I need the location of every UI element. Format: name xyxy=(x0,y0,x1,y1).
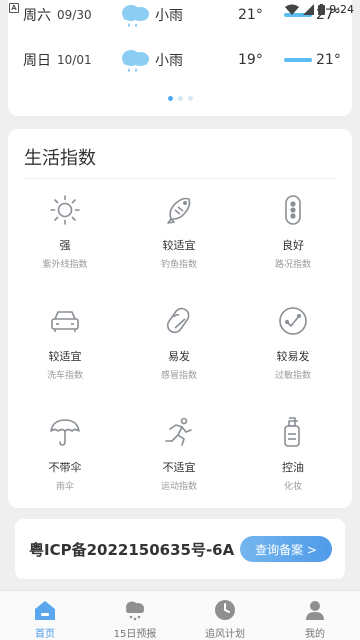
clock-icon xyxy=(215,600,235,620)
page-indicator[interactable] xyxy=(8,96,352,102)
index-value: 较易发 xyxy=(276,350,310,363)
bottom-tab-bar: 首页 15日预报 追风计划 我的 xyxy=(0,590,360,640)
icp-record-text: 粤ICP备2022150635号-6A xyxy=(29,541,235,559)
index-value: 强 xyxy=(59,239,71,252)
tab-label: 首页 xyxy=(35,629,55,640)
temperature-range-bar xyxy=(284,58,312,62)
life-index-title: 生活指数 xyxy=(24,148,96,169)
divider xyxy=(24,178,336,179)
index-value: 较适宜 xyxy=(48,350,82,363)
index-item-allergy[interactable]: 较易发 过敏指数 xyxy=(236,298,350,409)
page-dot[interactable] xyxy=(187,96,193,101)
home-icon xyxy=(35,601,55,620)
index-value: 控油 xyxy=(282,461,304,474)
index-label: 雨伞 xyxy=(55,482,74,492)
running-icon xyxy=(165,417,192,446)
forecast-weekday: 周六 xyxy=(23,8,51,24)
pill-icon xyxy=(166,307,190,334)
tab-15-day-forecast[interactable]: 15日预报 xyxy=(90,591,180,640)
cloud-snow-icon xyxy=(126,601,144,621)
index-value: 较适宜 xyxy=(162,239,196,252)
forecast-weekday: 周日 xyxy=(23,53,51,69)
forecast-date: 09/30 xyxy=(57,8,92,22)
forecast-condition: 小雨 xyxy=(155,53,183,69)
index-value: 不带伞 xyxy=(48,461,82,474)
forecast-condition: 小雨 xyxy=(155,8,183,24)
tab-label: 我的 xyxy=(305,629,325,640)
sun-icon xyxy=(50,195,80,225)
index-label: 感冒指数 xyxy=(160,371,197,381)
index-item-carwash[interactable]: 较适宜 洗车指数 xyxy=(8,298,122,409)
umbrella-icon xyxy=(50,419,80,446)
index-label: 运动指数 xyxy=(160,482,197,492)
page-dot[interactable] xyxy=(177,96,183,101)
index-label: 化妆 xyxy=(283,482,302,492)
index-value: 易发 xyxy=(168,350,190,363)
index-item-uv[interactable]: 强 紫外线指数 xyxy=(8,187,122,298)
tab-home[interactable]: 首页 xyxy=(0,591,90,640)
index-label: 过敏指数 xyxy=(274,371,311,381)
index-item-umbrella[interactable]: 不带伞 雨伞 xyxy=(8,409,122,520)
index-value: 不适宜 xyxy=(162,461,196,474)
forecast-date: 10/01 xyxy=(57,53,92,67)
index-value: 良好 xyxy=(282,239,304,252)
car-icon xyxy=(51,311,79,332)
rain-cloud-icon xyxy=(122,5,149,27)
rain-cloud-icon xyxy=(122,50,149,72)
lotion-bottle-icon xyxy=(284,417,300,447)
forecast-low-temp: 21° xyxy=(238,7,263,23)
fish-icon xyxy=(167,197,191,224)
index-label: 路况指数 xyxy=(274,260,311,270)
tab-label: 15日预报 xyxy=(113,629,157,640)
index-label: 洗车指数 xyxy=(46,371,83,381)
index-item-cold[interactable]: 易发 感冒指数 xyxy=(122,298,236,409)
index-label: 紫外线指数 xyxy=(42,260,88,270)
index-item-fishing[interactable]: 较适宜 钓鱼指数 xyxy=(122,187,236,298)
tab-label: 追风计划 xyxy=(205,629,245,640)
forecast-high-temp: 27° xyxy=(316,7,341,23)
traffic-light-icon xyxy=(285,195,301,225)
page-dot-active[interactable] xyxy=(167,96,173,101)
life-index-grid: 强 紫外线指数 较适宜 钓鱼指数 良好 路况指数 较适宜 洗车指数 易发 感冒指… xyxy=(8,187,352,520)
forecast-row[interactable]: 周日 10/01 小雨 19° 21° xyxy=(8,45,352,75)
forecast-row[interactable]: 周六 09/30 小雨 21° 27° xyxy=(8,0,352,30)
icp-card: 粤ICP备2022150635号-6A 查询备案 > xyxy=(15,519,345,579)
forecast-low-temp: 19° xyxy=(238,52,263,68)
index-item-sport[interactable]: 不适宜 运动指数 xyxy=(122,409,236,520)
index-label: 钓鱼指数 xyxy=(160,260,197,270)
allergy-icon xyxy=(279,307,307,335)
forecast-card[interactable]: 周六 09/30 小雨 21° 27° 周日 10/01 小雨 19° 21° xyxy=(8,0,352,116)
icp-query-button[interactable]: 查询备案 > xyxy=(240,536,332,562)
life-index-card: 生活指数 强 紫外线指数 较适宜 钓鱼指数 良好 路况指数 较适宜 洗车指数 易… xyxy=(8,129,352,508)
index-item-makeup[interactable]: 控油 化妆 xyxy=(236,409,350,520)
tab-wind-plan[interactable]: 追风计划 xyxy=(180,591,270,640)
user-icon xyxy=(306,601,324,620)
forecast-high-temp: 21° xyxy=(316,52,341,68)
temperature-range-bar xyxy=(284,13,312,17)
index-item-traffic[interactable]: 良好 路况指数 xyxy=(236,187,350,298)
tab-mine[interactable]: 我的 xyxy=(270,591,360,640)
